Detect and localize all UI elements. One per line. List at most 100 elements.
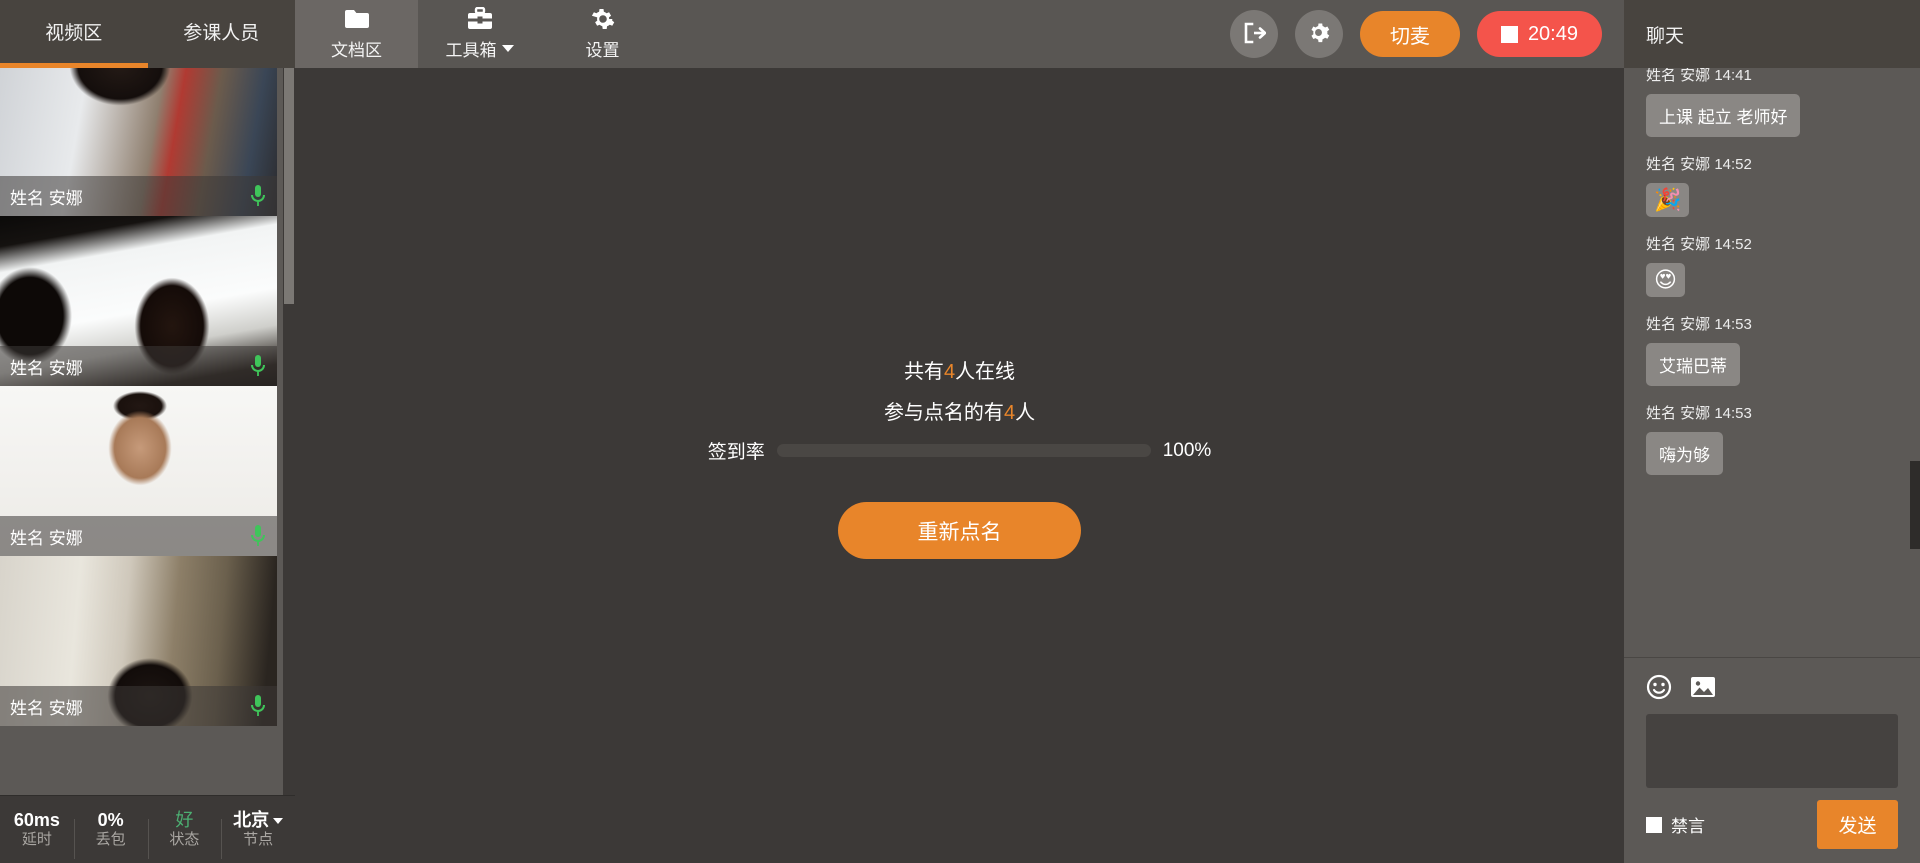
status-quality-label: 状态 [169, 831, 200, 849]
status-packetloss-label: 丢包 [95, 831, 126, 849]
mute-all-checkbox[interactable] [1646, 816, 1662, 833]
chat-message: 姓名 安娜 14:52 🎉 [1646, 153, 1898, 217]
app-root: 视频区 参课人员 姓名 安娜 姓名 安娜 姓名 安娜 姓名 安娜 60ms 延时… [0, 0, 1920, 863]
top-toolbar: 文档区 工具箱 设置 切麦 20:49 [295, 0, 1624, 68]
status-node-value: 北京 [221, 809, 295, 832]
chat-message-meta: 姓名 安娜 14:41 [1646, 68, 1752, 84]
send-button[interactable]: 发送 [1817, 800, 1898, 849]
chat-input[interactable] [1646, 714, 1898, 788]
tab-participants[interactable]: 参课人员 [148, 0, 296, 68]
exit-button[interactable] [1229, 10, 1278, 58]
chevron-down-icon [501, 45, 514, 52]
video-tile[interactable]: 姓名 安娜 [0, 386, 277, 556]
status-latency-label: 延时 [21, 831, 52, 849]
chat-actions: 禁言 发送 [1646, 800, 1898, 849]
chat-title: 聊天 [1624, 0, 1920, 68]
participated-prefix: 参与点名的有 [883, 402, 1004, 424]
status-quality: 好 状态 [147, 809, 222, 860]
video-tile[interactable]: 姓名 安娜 [0, 216, 277, 386]
participant-name: 姓名 安娜 [10, 188, 83, 208]
nav-toolbox-text: 工具箱 [445, 41, 497, 60]
participant-name: 姓名 安娜 [10, 528, 83, 548]
video-tile[interactable]: 姓名 安娜 [0, 556, 277, 726]
participated-count-line: 参与点名的有4人 [700, 396, 1220, 425]
status-packetloss-value: 0% [97, 809, 124, 830]
gear-icon [591, 7, 615, 31]
chat-message-meta: 姓名 安娜 14:53 [1646, 405, 1752, 422]
nav-document-area-label: 文档区 [331, 41, 382, 60]
chevron-down-icon [273, 818, 284, 825]
online-count-line: 共有4人在线 [700, 355, 1220, 384]
recording-timer-button[interactable]: 20:49 [1476, 11, 1602, 57]
nav-toolbox-label: 工具箱 [446, 36, 514, 61]
video-tile-overlay: 姓名 安娜 [0, 346, 277, 386]
participated-count: 4 [1003, 402, 1016, 424]
signin-rate-label: 签到率 [707, 442, 765, 463]
video-list-scrollbar[interactable] [283, 68, 295, 795]
mic-on-icon[interactable] [249, 524, 267, 548]
chat-message-meta: 姓名 安娜 14:52 [1646, 156, 1752, 173]
mic-on-icon[interactable] [249, 354, 267, 378]
stop-icon [1500, 25, 1518, 43]
chat-message-meta: 姓名 安娜 14:53 [1646, 316, 1752, 333]
chat-scrollbar-thumb[interactable] [1910, 461, 1920, 549]
video-tile-overlay: 姓名 安娜 [0, 686, 277, 726]
online-count: 4 [943, 361, 956, 383]
mic-on-icon[interactable] [249, 694, 267, 718]
chat-message: 姓名 安娜 14:41 上课 起立 老师好 [1646, 68, 1898, 137]
status-latency-value: 60ms [13, 809, 60, 830]
mute-all-toggle[interactable]: 禁言 [1646, 812, 1705, 837]
video-tile[interactable]: 姓名 安娜 [0, 68, 277, 216]
chat-message-bubble: 😍 [1646, 263, 1685, 297]
chat-message: 姓名 安娜 14:53 艾瑞巴蒂 [1646, 313, 1898, 386]
status-quality-value: 好 [175, 809, 194, 830]
settings-button[interactable] [1294, 10, 1343, 58]
online-suffix: 人在线 [955, 361, 1016, 383]
mic-toggle-button[interactable]: 切麦 [1359, 11, 1460, 57]
participant-name: 姓名 安娜 [10, 358, 83, 378]
participant-name: 姓名 安娜 [10, 698, 83, 718]
nav-toolbox[interactable]: 工具箱 [418, 0, 541, 68]
toolbar-actions: 切麦 20:49 [1229, 0, 1624, 68]
chat-message-bubble: 嗨为够 [1646, 432, 1723, 475]
tab-video-area[interactable]: 视频区 [0, 0, 148, 68]
chat-message-meta: 姓名 安娜 14:52 [1646, 236, 1752, 253]
video-list-scrollbar-thumb[interactable] [284, 68, 294, 304]
connection-status-bar: 60ms 延时 0% 丢包 好 状态 北京 节点 [0, 795, 295, 863]
signin-rate-progressbar [776, 444, 1151, 457]
image-icon[interactable] [1690, 675, 1716, 704]
mic-on-icon[interactable] [249, 184, 267, 208]
exit-icon [1242, 21, 1267, 48]
chat-message: 姓名 安娜 14:53 嗨为够 [1646, 402, 1898, 475]
video-tile-overlay: 姓名 安娜 [0, 516, 277, 556]
smiley-icon[interactable] [1646, 674, 1672, 705]
status-packetloss: 0% 丢包 [73, 809, 148, 860]
rollcall-panel: 共有4人在线 参与点名的有4人 签到率 100% 重新点名 [700, 355, 1220, 559]
mute-all-label: 禁言 [1671, 817, 1705, 836]
signin-rate-percent: 100% [1162, 439, 1212, 461]
status-node-label: 节点 [243, 831, 274, 849]
video-panel: 视频区 参课人员 姓名 安娜 姓名 安娜 姓名 安娜 姓名 安娜 60ms 延时… [0, 0, 295, 863]
video-tile-overlay: 姓名 安娜 [0, 176, 277, 216]
center-column: 文档区 工具箱 设置 切麦 20:49 共有4人在线 参与点名的有4人 签到率 … [295, 0, 1624, 863]
status-latency: 60ms 延时 [0, 809, 74, 850]
chat-message-bubble: 🎉 [1646, 183, 1690, 217]
chat-scrollbar[interactable] [1910, 68, 1920, 657]
chat-composer: 禁言 发送 [1624, 657, 1920, 863]
nav-document-area[interactable]: 文档区 [295, 0, 418, 68]
online-prefix: 共有 [903, 361, 944, 383]
chat-panel: 聊天 姓名 安娜 14:41 上课 起立 老师好 姓名 安娜 14:52 🎉 姓… [1624, 0, 1920, 863]
nav-settings[interactable]: 设置 [541, 0, 664, 68]
nav-settings-label: 设置 [585, 41, 620, 60]
video-tile-list: 姓名 安娜 姓名 安娜 姓名 安娜 姓名 安娜 [0, 68, 277, 726]
chat-message-bubble: 艾瑞巴蒂 [1646, 343, 1740, 386]
restart-rollcall-button[interactable]: 重新点名 [838, 502, 1081, 559]
video-tile-scroll-area: 姓名 安娜 姓名 安娜 姓名 安娜 姓名 安娜 [0, 68, 295, 795]
toolbox-icon [467, 7, 493, 31]
status-node-selector[interactable]: 北京 节点 [221, 809, 295, 860]
gear-icon [1307, 21, 1330, 47]
participated-suffix: 人 [1015, 402, 1036, 424]
chat-message-list: 姓名 安娜 14:41 上课 起立 老师好 姓名 安娜 14:52 🎉 姓名 安… [1624, 68, 1920, 657]
chat-composer-tools [1646, 668, 1898, 710]
